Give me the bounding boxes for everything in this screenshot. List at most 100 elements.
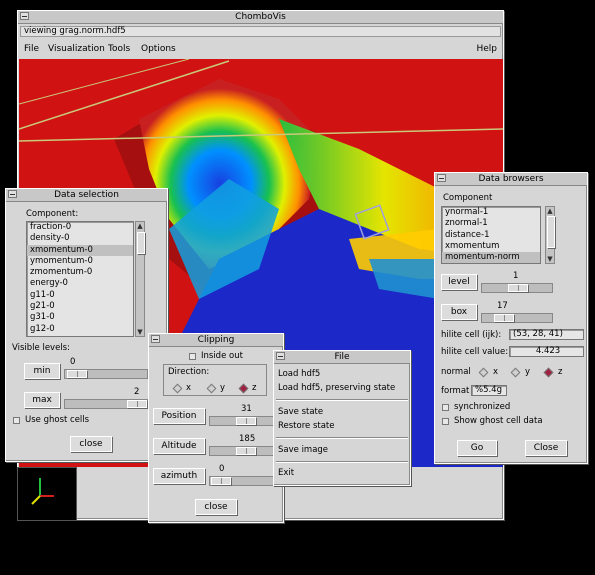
radio-clip-y[interactable] (206, 383, 217, 394)
ghost-label: Use ghost cells (25, 415, 90, 425)
radio-clip-x[interactable] (172, 383, 183, 394)
level-slider[interactable] (481, 283, 553, 293)
close-button[interactable]: close (70, 436, 112, 452)
radio-normal-z[interactable] (543, 367, 554, 378)
list-item[interactable]: xmomentum-0 (27, 244, 133, 256)
position-slider[interactable] (209, 416, 279, 426)
status-text: viewing grag.norm.hdf5 (24, 26, 126, 36)
file-menu-titlebar[interactable]: File (274, 351, 410, 364)
list-item[interactable]: zmomentum-0 (27, 267, 133, 278)
menu-item-save-image[interactable]: Save image (278, 445, 328, 455)
min-button[interactable]: min (24, 363, 60, 379)
slider-knob[interactable] (127, 400, 147, 408)
max-label: max (32, 395, 52, 405)
ghost-checkbox[interactable] (13, 417, 20, 424)
scroll-down-icon[interactable]: ▼ (136, 328, 144, 336)
component-label: Component: (26, 209, 79, 219)
radio-normal-x[interactable] (478, 367, 489, 378)
list-item[interactable]: g12-0 (27, 324, 133, 335)
menu-options[interactable]: Options (141, 44, 176, 54)
min-slider[interactable] (64, 369, 148, 379)
list-item[interactable]: g31-0 (27, 312, 133, 323)
menu-help[interactable]: Help (476, 44, 497, 54)
go-button[interactable]: Go (457, 440, 497, 456)
data-browsers-titlebar[interactable]: Data browsers (435, 173, 587, 186)
window-menu-icon[interactable] (437, 174, 446, 182)
list-item[interactable]: g11-0 (27, 290, 133, 301)
altitude-button[interactable]: Altitude (153, 438, 205, 454)
slider-knob[interactable] (67, 370, 87, 378)
axis-y-label: y (525, 367, 531, 377)
data-selection-window: Data selection Component: fraction-0 den… (5, 188, 168, 462)
browser-component-list[interactable]: ynormal-1 znormal-1 distance-1 xmomentum… (441, 206, 541, 264)
menu-visualization[interactable]: Visualization (48, 44, 105, 54)
synchronized-checkbox[interactable] (442, 404, 449, 411)
azimuth-button[interactable]: azimuth (153, 468, 205, 484)
box-slider[interactable] (481, 313, 553, 323)
status-bar: viewing grag.norm.hdf5 (20, 26, 501, 37)
list-item[interactable]: fraction-0 (27, 222, 133, 233)
position-button[interactable]: Position (153, 408, 205, 424)
altitude-slider[interactable] (209, 446, 279, 456)
list-item[interactable]: ymomentum-0 (27, 256, 133, 267)
window-menu-icon[interactable] (8, 190, 17, 198)
window-menu-icon[interactable] (276, 352, 285, 360)
component-list[interactable]: fraction-0 density-0 xmomentum-0 ymoment… (26, 221, 134, 337)
scroll-up-icon[interactable]: ▲ (546, 207, 554, 215)
slider-knob[interactable] (236, 417, 256, 425)
list-item[interactable]: znormal-1 (442, 218, 540, 229)
synchronized-label: synchronized (454, 402, 511, 412)
component-scrollbar[interactable]: ▲ ▼ (135, 221, 145, 337)
box-button[interactable]: box (441, 304, 477, 320)
scroll-thumb[interactable] (137, 232, 145, 254)
menu-file[interactable]: File (24, 44, 39, 54)
scroll-down-icon[interactable]: ▼ (546, 255, 554, 263)
browser-close-button[interactable]: Close (525, 440, 567, 456)
list-item[interactable]: g21-0 (27, 301, 133, 312)
direction-group: Direction: x y z (163, 364, 267, 396)
clipping-close-button[interactable]: close (195, 499, 237, 515)
menu-item-save-state[interactable]: Save state (278, 407, 323, 417)
menu-item-load-preserving[interactable]: Load hdf5, preserving state (278, 383, 395, 393)
visible-levels-label: Visible levels: (12, 343, 70, 353)
format-label: format (441, 386, 470, 396)
menu-item-exit[interactable]: Exit (278, 468, 294, 478)
inside-out-checkbox[interactable] (189, 353, 196, 360)
data-browsers-window: Data browsers Component ynormal-1 znorma… (434, 172, 588, 464)
menu-item-load-hdf5[interactable]: Load hdf5 (278, 369, 320, 379)
radio-normal-y[interactable] (510, 367, 521, 378)
azimuth-slider[interactable] (209, 476, 279, 486)
max-slider[interactable] (64, 399, 148, 409)
hilite-value-field[interactable]: 4.423 (509, 346, 584, 357)
data-selection-titlebar[interactable]: Data selection (6, 189, 167, 202)
format-value: %5.4g (475, 385, 502, 395)
slider-knob[interactable] (236, 447, 256, 455)
list-item[interactable]: density-0 (27, 233, 133, 244)
browser-scrollbar[interactable]: ▲ ▼ (545, 206, 555, 264)
max-button[interactable]: max (24, 392, 60, 408)
menu-item-restore-state[interactable]: Restore state (278, 421, 335, 431)
ghost-data-checkbox[interactable] (442, 418, 449, 425)
level-button[interactable]: level (441, 274, 477, 290)
window-menu-icon[interactable] (20, 12, 29, 20)
list-item[interactable]: distance-1 (442, 230, 540, 241)
file-menu-window: File Load hdf5 Load hdf5, preserving sta… (273, 350, 411, 486)
clipping-titlebar[interactable]: Clipping (149, 334, 283, 347)
slider-knob[interactable] (211, 477, 231, 485)
slider-knob[interactable] (508, 284, 528, 292)
radio-clip-z[interactable] (238, 383, 249, 394)
main-titlebar[interactable]: ChomboVis (18, 11, 503, 24)
scroll-up-icon[interactable]: ▲ (136, 222, 144, 230)
window-menu-icon[interactable] (151, 335, 160, 343)
hilite-cell-field[interactable]: (53, 28, 41) (509, 329, 584, 340)
scroll-thumb[interactable] (547, 216, 555, 248)
slider-knob[interactable] (494, 314, 514, 322)
list-item[interactable]: xmomentum (442, 241, 540, 252)
list-item[interactable]: momentum-norm (442, 252, 540, 263)
list-item[interactable]: ynormal-1 (442, 207, 540, 218)
position-label: Position (161, 411, 197, 421)
list-item[interactable]: energy-0 (27, 278, 133, 289)
format-field[interactable]: %5.4g (471, 385, 507, 396)
menu-tools[interactable]: Tools (108, 44, 130, 54)
axis-x-label: x (493, 367, 499, 377)
